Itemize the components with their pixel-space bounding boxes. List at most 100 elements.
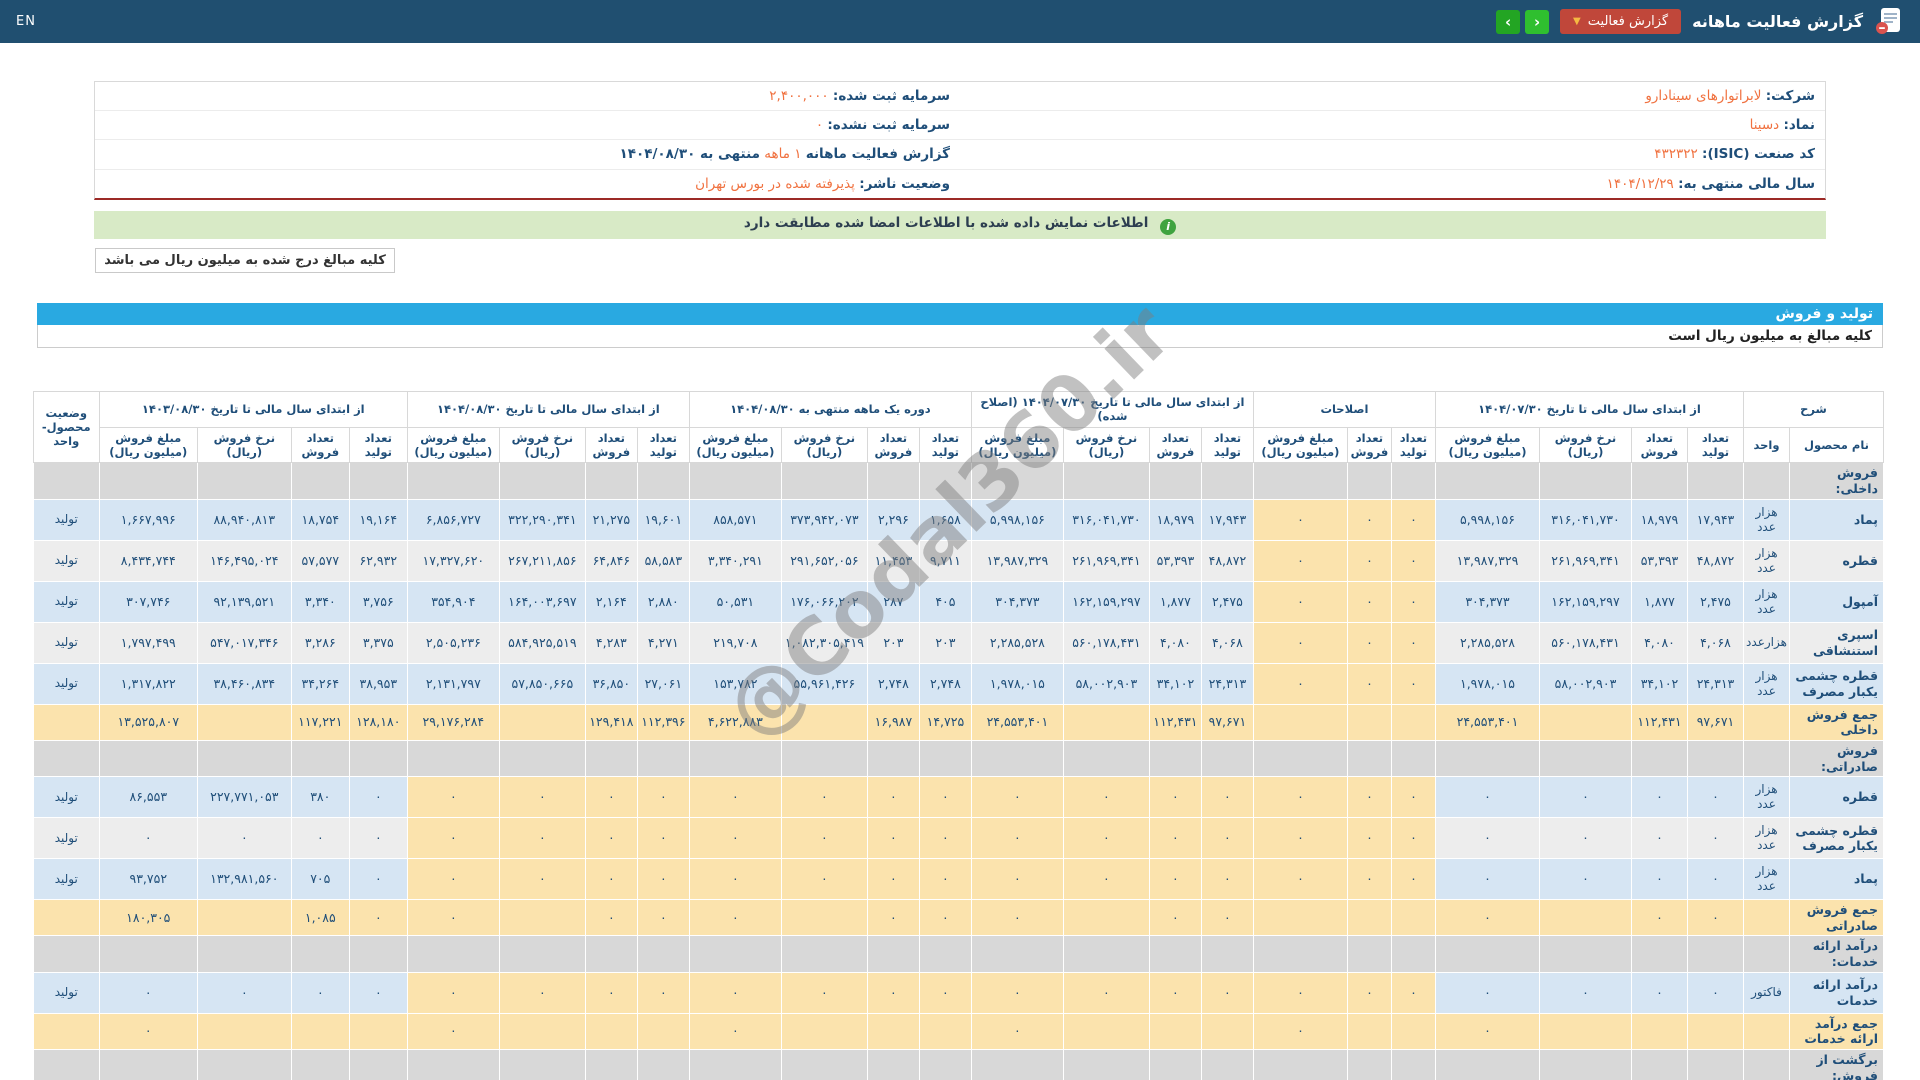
cell-value: [1538, 1012, 1632, 1050]
cell-status: تولید: [32, 662, 100, 705]
cell-value: [1062, 1012, 1150, 1050]
cell-value: ۳,۳۷۵: [348, 621, 408, 664]
cell-value: ۰: [1390, 662, 1436, 705]
cell-value: ۰: [348, 817, 408, 860]
table-unit-note-text: کلیه مبالغ به میلیون ریال است: [1668, 327, 1872, 344]
cell-value: [1148, 1048, 1202, 1080]
cell-value: ۰: [636, 858, 690, 901]
cell-value: ۰: [1686, 858, 1744, 901]
production-sales-table: شرح از ابتدای سال مالی تا تاریخ ۱۴۰۴/۰۷/۳…: [32, 390, 1885, 1080]
cell-value: ۰: [1390, 776, 1436, 819]
product-row: قطره چشمی یکبار مصرف هزار عدد ۰ ۰ ۰ ۰ ۰ ۰ ۰ ۰ ۰ ۰ ۰ ۰…: [32, 817, 1884, 860]
cell-value: ۴,۲۷۱: [636, 621, 690, 664]
cell-value: [1434, 1048, 1540, 1080]
cell-value: ۰: [1434, 776, 1540, 819]
cell-value: ۰: [970, 776, 1064, 819]
cell-value: ۵۸,۰۰۲,۹۰۳: [1538, 662, 1632, 705]
cell-value: ۱۷,۳۲۷,۶۲۰: [406, 539, 500, 582]
cell-value: [1346, 739, 1392, 778]
cell-value: [584, 739, 638, 778]
header-product-name: نام محصول: [1789, 426, 1884, 464]
info-cell-listing-status: وضعیت ناشر: پذیرفته شده در بورس تهران: [95, 170, 960, 198]
cell-value: ۰: [1538, 858, 1632, 901]
cell-value: [98, 1048, 198, 1080]
cell-value: ۱۱۲,۴۳۱: [1148, 703, 1202, 741]
cell-value: ۰: [1346, 817, 1392, 860]
info-label: سال مالی منتهی به:: [1678, 175, 1815, 192]
header-subcol: تعداد فروش: [1148, 426, 1202, 464]
cell-value: ۰: [584, 817, 638, 860]
cell-value: ۸,۴۳۴,۷۴۴: [98, 539, 198, 582]
cell-unit: هزار عدد: [1742, 539, 1791, 582]
prev-report-button[interactable]: ‹: [1496, 9, 1521, 34]
product-row: پماد هزار عدد ۰ ۰ ۰ ۰ ۰ ۰ ۰ ۰ ۰ ۰ ۰ ۰ ۰ ۰ ۰ ۰ ۰ ۰ ۰ ۰ ۷۰۵ ۱۳۲,۹…: [32, 858, 1884, 901]
header-subcol: مبلغ فروش (میلیون ریال): [970, 426, 1064, 464]
cell-value: ۰: [636, 899, 690, 937]
cell-value: [1346, 899, 1392, 937]
cell-value: ۰: [1346, 621, 1392, 664]
cell-value: ۰: [1434, 858, 1540, 901]
cell-value: [636, 935, 690, 973]
cell-value: [196, 935, 292, 973]
cell-value: ۰: [1538, 971, 1632, 1014]
cell-value: [1630, 1012, 1688, 1050]
cell-value: [98, 462, 198, 500]
cell-value: [1630, 739, 1688, 778]
cell-value: [406, 1048, 500, 1080]
cell-value: ۰: [584, 776, 638, 819]
cell-status: [32, 935, 100, 973]
total-row: جمع فروش داخلی ۹۷,۶۷۱ ۱۱۲,۴۳۱ ۲۴,۵۵۳,۴۰۱ ۹۷,…: [32, 703, 1884, 741]
cell-value: ۰: [1200, 899, 1254, 937]
cell-product-name: جمع فروش داخلی: [1789, 703, 1884, 741]
cell-value: ۱۷,۹۴۳: [1200, 498, 1254, 541]
language-en-link[interactable]: EN: [16, 14, 36, 29]
cell-unit: هزارعدد: [1742, 621, 1791, 664]
cell-value: [918, 1012, 972, 1050]
cell-value: [498, 462, 586, 500]
cell-value: ۱۶۲,۱۵۹,۲۹۷: [1062, 580, 1150, 623]
report-file-icon[interactable]: [1874, 5, 1904, 39]
cell-value: [348, 462, 408, 500]
cell-value: ۱۵۳,۷۸۲: [688, 662, 782, 705]
cell-value: [1390, 935, 1436, 973]
cell-status: تولید: [32, 621, 100, 664]
cell-value: ۲۴,۵۵۳,۴۰۱: [1434, 703, 1540, 741]
cell-value: ۰: [1346, 858, 1392, 901]
amounts-unit-tab: کلیه مبالغ درج شده به میلیون ریال می باش…: [95, 247, 395, 273]
cell-value: [688, 739, 782, 778]
cell-value: ۲۹۱,۶۵۲,۰۵۶: [780, 539, 868, 582]
cell-value: [1200, 935, 1254, 973]
cell-product-name: قطره: [1789, 776, 1884, 819]
cell-value: ۰: [1062, 776, 1150, 819]
cell-value: ۰: [1390, 498, 1436, 541]
activity-report-dropdown-button[interactable]: گزارش فعالیت ▼: [1560, 9, 1682, 34]
cell-value: [98, 739, 198, 778]
cell-value: [1252, 703, 1348, 741]
info-row: نماد: دسینا سرمایه ثبت نشده: ۰: [95, 111, 1825, 141]
cell-value: ۱,۶۵۸: [918, 498, 972, 541]
cell-value: ۸۵۸,۵۷۱: [688, 498, 782, 541]
info-label: وضعیت ناشر:: [859, 175, 950, 192]
cell-value: [1148, 935, 1202, 973]
cell-value: ۰: [636, 817, 690, 860]
cell-value: ۰: [1630, 899, 1688, 937]
section-label: فروش صادراتی:: [1789, 739, 1884, 778]
cell-value: [1686, 739, 1744, 778]
header-subcol: تعداد تولید: [636, 426, 690, 464]
cell-status: تولید: [32, 971, 100, 1014]
cell-value: [1346, 703, 1392, 741]
cell-value: ۰: [1434, 1012, 1540, 1050]
cell-value: [584, 1048, 638, 1080]
signed-data-banner: i اطلاعات نمایش داده شده با اطلاعات امضا…: [94, 210, 1826, 239]
cell-value: [290, 1012, 350, 1050]
cell-value: ۲۶۱,۹۶۹,۳۴۱: [1538, 539, 1632, 582]
section-label: برگشت از فروش:: [1789, 1048, 1884, 1080]
cell-value: [1148, 462, 1202, 500]
cell-status: تولید: [32, 776, 100, 819]
next-report-button[interactable]: ›: [1525, 9, 1550, 34]
header-subcol: نرخ فروش (ریال): [1538, 426, 1632, 464]
cell-value: [1538, 899, 1632, 937]
cell-product-name: جمع درآمد ارائه خدمات: [1789, 1012, 1884, 1050]
cell-value: ۰: [1252, 662, 1348, 705]
cell-value: ۰: [1630, 858, 1688, 901]
